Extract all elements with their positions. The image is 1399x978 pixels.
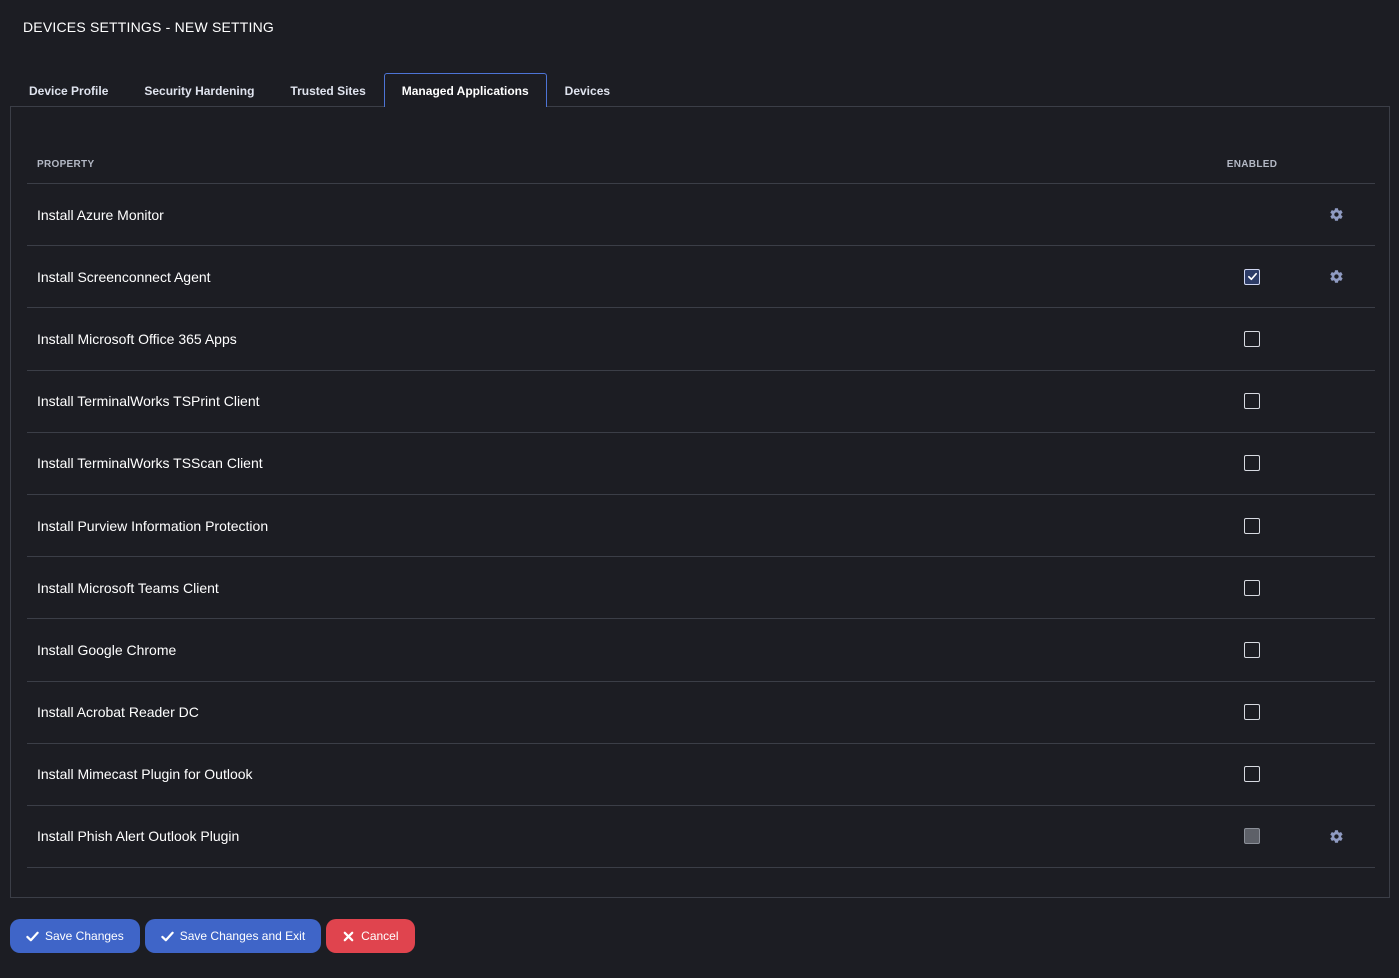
gear-icon[interactable] [1329,829,1344,844]
check-icon [1247,271,1258,282]
table-row: Install Microsoft Office 365 Apps [27,308,1375,371]
tab-device-profile[interactable]: Device Profile [11,73,126,107]
enabled-checkbox[interactable] [1244,455,1260,472]
table-row: Install TerminalWorks TSScan Client [27,433,1375,495]
settings-cell [1297,207,1375,222]
enabled-cell [1207,704,1297,721]
tab-security-hardening[interactable]: Security Hardening [126,73,272,107]
table-body: Install Azure Monitor Install Screenconne… [27,184,1375,869]
action-bar: Save Changes Save Changes and Exit Cance… [10,919,415,953]
property-label: Install Screenconnect Agent [37,268,211,285]
enabled-checkbox[interactable] [1244,641,1260,658]
table-row: Install Microsoft Teams Client [27,557,1375,620]
enabled-checkbox[interactable] [1244,393,1260,410]
property-label: Install Acrobat Reader DC [37,704,199,721]
page-title: DEVICES SETTINGS - NEW SETTING [23,19,275,35]
save-changes-button[interactable]: Save Changes [10,919,140,953]
enabled-cell [1207,268,1297,285]
settings-cell [1297,829,1375,844]
enabled-column-header: ENABLED [1226,159,1278,170]
tab-bar: Device Profile Security Hardening Trusted … [11,73,628,107]
property-label: Install Azure Monitor [37,206,164,223]
enabled-checkbox[interactable] [1244,704,1260,721]
settings-cell [1297,269,1375,284]
enabled-checkbox[interactable] [1244,517,1260,534]
gear-icon[interactable] [1329,269,1344,284]
property-label: Install Purview Information Protection [37,517,269,534]
table-row: Install Google Chrome [27,619,1375,682]
enabled-cell [1207,517,1297,534]
save-changes-and-exit-button[interactable]: Save Changes and Exit [144,919,322,953]
property-label: Install Phish Alert Outlook Plugin [37,828,240,845]
check-icon [161,931,174,941]
property-label: Install TerminalWorks TSPrint Client [37,393,260,410]
save-changes-and-exit-label: Save Changes and Exit [179,929,306,943]
enabled-cell [1207,828,1297,845]
enabled-checkbox[interactable] [1244,268,1260,285]
enabled-cell [1207,393,1297,410]
properties-table: PROPERTY ENABLED Install Azure Monitor In… [27,146,1375,869]
table-row: Install Azure Monitor [27,184,1375,247]
cancel-button[interactable]: Cancel [326,919,415,953]
enabled-checkbox[interactable] [1244,828,1260,845]
close-icon [343,931,354,941]
enabled-cell [1207,641,1297,658]
property-label: Install Mimecast Plugin for Outlook [37,766,253,783]
property-label: Install Microsoft Office 365 Apps [37,330,237,347]
gear-icon[interactable] [1329,207,1344,222]
table-row: Install TerminalWorks TSPrint Client [27,371,1375,433]
table-row: Install Purview Information Protection [27,495,1375,558]
enabled-cell [1207,330,1297,347]
property-column-header: PROPERTY [37,159,95,170]
enabled-cell [1207,766,1297,783]
enabled-checkbox[interactable] [1244,330,1260,347]
enabled-checkbox[interactable] [1244,766,1260,783]
tab-managed-applications[interactable]: Managed Applications [383,73,547,107]
cancel-label: Cancel [361,929,399,943]
table-row: Install Mimecast Plugin for Outlook [27,744,1375,806]
property-label: Install TerminalWorks TSScan Client [37,455,263,472]
table-header: PROPERTY ENABLED [27,146,1375,184]
table-row: Install Screenconnect Agent [27,246,1375,309]
enabled-cell [1207,579,1297,596]
check-icon [26,931,39,941]
table-row: Install Acrobat Reader DC [27,682,1375,744]
table-row: Install Phish Alert Outlook Plugin [27,806,1375,869]
enabled-checkbox[interactable] [1244,579,1260,596]
tab-devices[interactable]: Devices [547,73,628,107]
enabled-cell [1207,455,1297,472]
managed-applications-panel: PROPERTY ENABLED Install Azure Monitor In… [10,106,1390,898]
save-changes-label: Save Changes [45,929,124,943]
tab-trusted-sites[interactable]: Trusted Sites [272,73,383,107]
property-label: Install Google Chrome [37,641,177,658]
property-label: Install Microsoft Teams Client [37,579,219,596]
